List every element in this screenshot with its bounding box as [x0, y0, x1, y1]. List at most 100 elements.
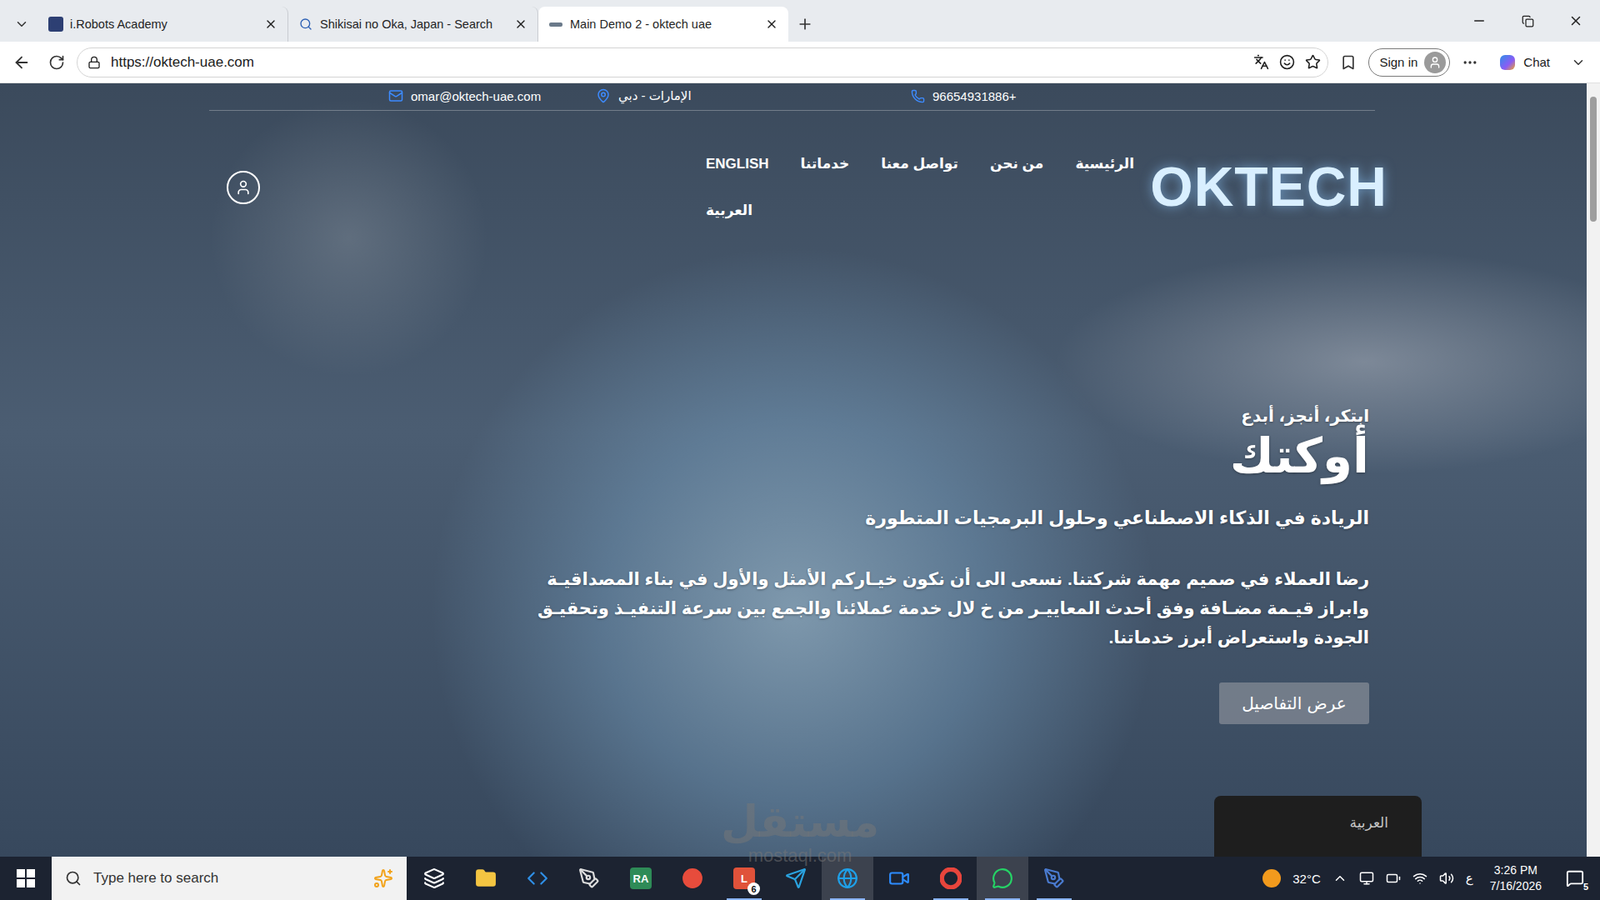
details-button[interactable]: عرض التفاصيل	[1219, 682, 1370, 725]
copilot-icon	[1498, 53, 1517, 72]
scrollbar[interactable]	[1586, 83, 1600, 857]
nav-link[interactable]: ENGLISH	[705, 152, 770, 176]
nav-list: الرئيسية من نحن تواصل معنا خدماتنا ENGLISH	[705, 152, 1135, 176]
system-tray: 32°C ع 3:26 PM7/16/2026 5	[1262, 861, 1600, 895]
star-icon[interactable]	[1305, 54, 1321, 70]
taskbar-app[interactable]	[821, 856, 874, 900]
contact-phone[interactable]: 96654931886+	[910, 89, 1045, 104]
close-icon[interactable]	[765, 17, 779, 31]
taskbar-apps: RA L6	[408, 856, 1080, 900]
minimize-button[interactable]	[1455, 0, 1504, 42]
taskbar-app[interactable]	[976, 856, 1029, 900]
close-icon[interactable]	[514, 17, 528, 31]
account-button[interactable]	[226, 170, 260, 205]
chrome-icon	[940, 867, 962, 890]
taskbar-app[interactable]: L6	[718, 856, 770, 900]
taskbar-app[interactable]	[460, 856, 512, 900]
translate-icon[interactable]	[1253, 54, 1270, 70]
taskbar-app[interactable]	[511, 856, 564, 900]
wifi-icon[interactable]	[1412, 870, 1428, 886]
nav-row: الرئيسيةمن نحنتواصل معناخدماتناENGLISHال…	[0, 140, 1587, 223]
back-button[interactable]	[6, 47, 37, 78]
language-link[interactable]: العربية	[705, 199, 753, 223]
nav-link[interactable]: تواصل معنا	[880, 152, 959, 176]
favicon-icon	[298, 16, 314, 32]
watermark: مستقلmostaql.com	[720, 798, 880, 866]
scrollbar-thumb[interactable]	[1590, 96, 1597, 222]
taskbar-search[interactable]: Type here to search	[51, 856, 407, 900]
user-icon	[235, 179, 252, 196]
address-field[interactable]: https://oktech-uae.com	[76, 47, 1329, 78]
nav-link[interactable]: الرئيسية	[1075, 152, 1135, 176]
taskbar-app[interactable]	[873, 856, 925, 900]
taskbar: Type here to search RA L6 32°C ع 3:26 PM7/16/…	[0, 856, 1600, 900]
sign-in-button[interactable]: Sign in	[1368, 48, 1450, 77]
volume-icon[interactable]	[1439, 870, 1455, 886]
tab-title: Main Demo 2 - oktech uae	[570, 17, 759, 31]
folder-icon	[475, 867, 497, 890]
new-tab-button[interactable]	[788, 6, 822, 42]
start-button[interactable]	[0, 856, 52, 900]
close-icon	[1568, 13, 1584, 29]
menu-button[interactable]	[1455, 47, 1485, 78]
taskbar-app[interactable]	[1028, 856, 1080, 900]
search-icon	[65, 870, 82, 887]
ellipsis-icon	[1461, 54, 1479, 71]
hero-title: أوكتك	[1230, 426, 1370, 485]
url-text: https://oktech-uae.com	[110, 54, 1244, 71]
notification-count: 5	[1583, 881, 1589, 892]
notifications-button[interactable]: 5	[1558, 861, 1592, 895]
restore-button[interactable]	[1503, 0, 1552, 42]
avatar-icon	[1424, 51, 1446, 74]
desktop: i.Robots Academy Shikisai no Oka, Japan -…	[0, 0, 1600, 900]
browser-tab[interactable]: Main Demo 2 - oktech uae	[538, 6, 789, 42]
search-placeholder: Type here to search	[93, 870, 362, 887]
nav-link[interactable]: من نحن	[990, 152, 1044, 176]
extension-icon[interactable]	[1279, 54, 1295, 70]
tab-actions-button[interactable]	[5, 6, 39, 42]
notification-icon	[1565, 869, 1585, 888]
window-controls	[1455, 0, 1600, 42]
temperature[interactable]: 32°C	[1292, 871, 1321, 886]
hero: ابتكر، أنجز، أبدعأوكتكالريادة في الذكاء …	[535, 405, 1370, 725]
contact-email[interactable]: omar@oktech-uae.com	[388, 88, 596, 104]
nav-menu: الرئيسيةمن نحنتواصل معناخدماتناENGLISHال…	[705, 140, 1135, 223]
browser-tab[interactable]: Shikisai no Oka, Japan - Search	[288, 6, 539, 42]
refresh-button[interactable]	[41, 47, 72, 78]
pen-icon	[578, 867, 600, 890]
chat-button[interactable]: Chat	[1490, 50, 1559, 75]
taskbar-app[interactable]: RA	[615, 856, 667, 900]
chevron-up-icon[interactable]	[1332, 870, 1348, 886]
language-popup[interactable]: العربية	[1214, 795, 1422, 857]
taskview-icon	[423, 867, 445, 890]
site-logo[interactable]: OKTECH	[1150, 161, 1388, 212]
taskbar-app[interactable]	[770, 856, 822, 900]
restore-icon	[1521, 15, 1535, 28]
hero-subtitle: الريادة في الذكاء الاصطناعي وحلول البرمج…	[865, 505, 1370, 531]
nav-link[interactable]: خدماتنا	[800, 152, 850, 176]
clock[interactable]: 3:26 PM7/16/2026	[1485, 862, 1547, 895]
close-button[interactable]	[1551, 0, 1600, 42]
app-glyph-icon: RA	[630, 867, 652, 890]
favorites-button[interactable]	[1333, 47, 1364, 78]
web-page: omar@oktech-uae.comالإمارات - دبي9665493…	[0, 83, 1587, 857]
battery-icon[interactable]	[1385, 870, 1401, 886]
favicon-icon	[548, 16, 564, 32]
monitor-icon[interactable]	[1359, 870, 1375, 886]
taskbar-app[interactable]	[925, 856, 977, 900]
code-icon	[526, 867, 549, 890]
mail-icon	[388, 88, 404, 104]
tab-title: Shikisai no Oka, Japan - Search	[320, 17, 508, 31]
taskbar-app[interactable]	[666, 856, 719, 900]
taskbar-app[interactable]	[563, 856, 615, 900]
chat-dropdown-button[interactable]	[1563, 47, 1594, 78]
close-icon[interactable]	[264, 17, 278, 31]
hero-body: رضا العملاء في صميم مهمة شركتنا. نسعى ال…	[535, 564, 1370, 652]
browser-tab[interactable]: i.Robots Academy	[38, 6, 289, 42]
taskbar-app[interactable]	[408, 856, 460, 900]
input-language[interactable]: ع	[1465, 870, 1474, 886]
tool-icon	[1043, 867, 1065, 890]
tab-strip: i.Robots Academy Shikisai no Oka, Japan -…	[0, 0, 1600, 42]
map-pin-icon	[595, 88, 611, 104]
minimize-icon	[1471, 13, 1487, 29]
